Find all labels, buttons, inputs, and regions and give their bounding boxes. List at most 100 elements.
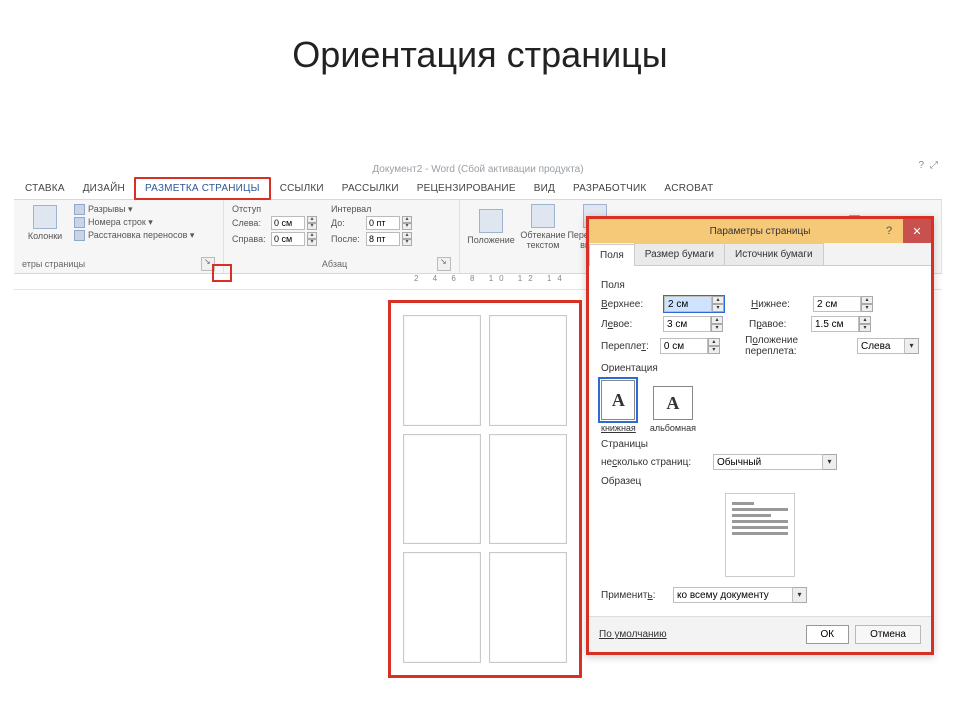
chevron-down-icon[interactable]: ▾ [793,587,807,603]
indent-right-field[interactable]: ▴▾ [271,232,317,246]
margin-bottom-input[interactable] [813,296,861,312]
spin-up-icon[interactable]: ▴ [402,232,412,239]
spacing-after-input[interactable] [366,232,400,246]
tab-mailings[interactable]: РАССЫЛКИ [333,179,408,198]
orientation-landscape[interactable]: A альбомная [650,386,696,433]
spacing-after-field[interactable]: ▴▾ [366,232,412,246]
wrap-text-button[interactable]: Обтекание текстом [520,204,566,250]
spin-up-icon[interactable]: ▴ [307,216,317,223]
spin-down-icon[interactable]: ▾ [708,346,720,354]
page-setup-group-label: етры страницы [22,259,85,269]
apply-to-value[interactable] [673,587,793,603]
dialog-tab-paper[interactable]: Размер бумаги [634,243,725,265]
spin-down-icon[interactable]: ▾ [711,324,723,332]
columns-button[interactable]: Колонки [22,205,68,241]
hyphenation-menu[interactable]: Расстановка переносов ▾ [74,230,194,241]
indent-left-label: Слева: [232,218,268,228]
spin-down-icon[interactable]: ▾ [712,304,724,312]
cancel-button[interactable]: Отмена [855,625,921,644]
pages-section-label: Страницы [601,439,919,450]
gutter-label: Переплет: [601,341,654,352]
position-button[interactable]: Положение [468,209,514,245]
spin-down-icon[interactable]: ▾ [307,223,317,230]
sample-preview [725,493,795,577]
columns-icon [33,205,57,229]
page-setup-dialog: Параметры страницы ? ✕ Поля Размер бумаг… [586,216,934,655]
page-thumb[interactable] [403,315,481,426]
page-thumb[interactable] [489,315,567,426]
spin-up-icon[interactable]: ▴ [711,316,723,324]
spin-up-icon[interactable]: ▴ [861,296,873,304]
gutter-position-label: Положение переплета: [745,335,851,357]
slide-title: Ориентация страницы [0,0,960,100]
line-numbers-menu[interactable]: Номера строк ▾ [74,217,194,228]
help-icon[interactable]: ? [918,160,924,171]
fields-section-label: Поля [601,280,919,291]
breaks-icon [74,204,85,215]
gutter-field[interactable]: ▴▾ [660,338,720,354]
margin-bottom-field[interactable]: ▴▾ [813,296,873,312]
spacing-before-field[interactable]: ▴▾ [366,216,412,230]
spacing-before-input[interactable] [366,216,400,230]
indent-left-field[interactable]: ▴▾ [271,216,317,230]
tab-review[interactable]: РЕЦЕНЗИРОВАНИЕ [408,179,525,198]
apply-to-select[interactable]: ▾ [673,587,807,603]
spin-up-icon[interactable]: ▴ [859,316,871,324]
spin-down-icon[interactable]: ▾ [861,304,873,312]
paragraph-group-label: Абзац [232,259,437,269]
dialog-tab-fields[interactable]: Поля [589,244,635,266]
margin-top-input[interactable] [664,296,712,312]
landscape-label: альбомная [650,423,696,433]
page-thumb[interactable] [403,552,481,663]
gutter-position-select[interactable]: ▾ [857,338,919,354]
portrait-icon: A [601,380,635,420]
orientation-portrait[interactable]: A книжная [601,380,636,433]
sample-section-label: Образец [601,476,919,487]
multiple-pages-select[interactable]: ▾ [713,454,837,470]
wrap-label: Обтекание текстом [520,230,566,250]
multiple-pages-value[interactable] [713,454,823,470]
gutter-position-value[interactable] [857,338,905,354]
spin-down-icon[interactable]: ▾ [402,239,412,246]
chevron-down-icon[interactable]: ▾ [905,338,919,354]
gutter-input[interactable] [660,338,708,354]
margin-bottom-label: Нижнее: [751,299,807,310]
margin-top-field[interactable]: ▴▾ [663,295,725,313]
chevron-down-icon[interactable]: ▾ [823,454,837,470]
tab-developer[interactable]: РАЗРАБОТЧИК [564,179,655,198]
spin-up-icon[interactable]: ▴ [402,216,412,223]
page-thumb[interactable] [489,552,567,663]
margin-right-field[interactable]: ▴▾ [811,316,871,332]
dialog-close-button[interactable]: ✕ [903,219,931,243]
margin-left-input[interactable] [663,316,711,332]
default-button[interactable]: По умолчанию [599,629,667,640]
spin-down-icon[interactable]: ▾ [402,223,412,230]
ribbon-display-icon[interactable]: ⤢ [930,160,938,171]
tab-insert[interactable]: СТАВКА [16,179,74,198]
tab-references[interactable]: ССЫЛКИ [271,179,333,198]
margin-right-input[interactable] [811,316,859,332]
spin-down-icon[interactable]: ▾ [859,324,871,332]
page-thumb[interactable] [403,434,481,545]
dialog-tab-source[interactable]: Источник бумаги [724,243,824,265]
tab-acrobat[interactable]: ACROBAT [655,179,722,198]
margin-left-field[interactable]: ▴▾ [663,316,723,332]
paragraph-dialog-launcher[interactable] [437,257,451,271]
dialog-help-button[interactable]: ? [875,219,903,243]
breaks-menu[interactable]: Разрывы ▾ [74,204,194,215]
breaks-label: Разрывы ▾ [88,204,132,215]
indent-right-input[interactable] [271,232,305,246]
tab-view[interactable]: ВИД [525,179,564,198]
spin-up-icon[interactable]: ▴ [307,232,317,239]
tab-design[interactable]: ДИЗАЙН [74,179,134,198]
indent-left-input[interactable] [271,216,305,230]
page-thumbnails [388,300,582,678]
ok-button[interactable]: ОК [806,625,850,644]
tab-page-layout[interactable]: РАЗМЕТКА СТРАНИЦЫ [134,177,271,200]
spin-up-icon[interactable]: ▴ [708,338,720,346]
page-thumb[interactable] [489,434,567,545]
spin-down-icon[interactable]: ▾ [307,239,317,246]
multiple-pages-label: несколько страниц: [601,457,707,468]
spin-up-icon[interactable]: ▴ [712,296,724,304]
spacing-header: Интервал [331,204,412,214]
